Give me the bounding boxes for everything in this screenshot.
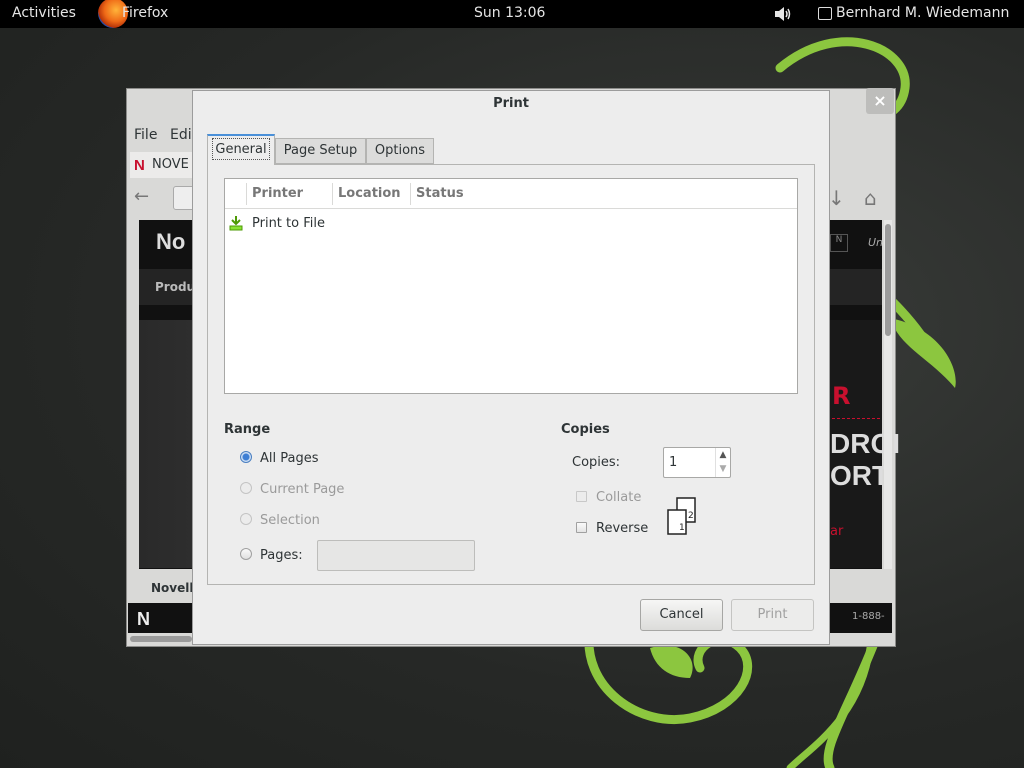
pages-input[interactable] — [317, 540, 475, 571]
tab-options[interactable]: Options — [366, 138, 434, 164]
user-menu[interactable]: Bernhard M. Wiedemann — [836, 5, 1009, 21]
all-pages-label[interactable]: All Pages — [260, 451, 319, 466]
window-close-button[interactable]: × — [866, 88, 894, 114]
reverse-checkbox[interactable] — [576, 522, 587, 533]
preview-page-2: 2 — [688, 511, 694, 521]
decrement-icon[interactable]: ▼ — [716, 462, 730, 476]
pages-label[interactable]: Pages: — [260, 548, 303, 563]
column-location[interactable]: Location — [338, 186, 401, 201]
tab-favicon: N — [134, 157, 145, 174]
menu-file[interactable]: File — [134, 127, 157, 143]
app-menu[interactable]: Firefox — [122, 5, 168, 21]
downloads-icon[interactable]: ↓ — [828, 186, 845, 210]
user-status-icon[interactable] — [818, 7, 832, 20]
current-page-radio[interactable] — [240, 482, 252, 494]
collate-checkbox[interactable] — [576, 491, 587, 502]
page-header-link[interactable]: Un — [868, 236, 883, 249]
reverse-label[interactable]: Reverse — [596, 521, 648, 536]
print-button[interactable]: Print — [731, 599, 814, 631]
tab-title: NOVE — [152, 157, 189, 172]
page-header-button[interactable]: N — [830, 234, 848, 252]
collate-label[interactable]: Collate — [596, 490, 641, 505]
cancel-button[interactable]: Cancel — [640, 599, 723, 631]
clock[interactable]: Sun 13:06 — [474, 5, 545, 21]
column-separator — [410, 183, 411, 205]
hero-heading-2: ORT — [830, 460, 890, 491]
top-bar: Activities Firefox Sun 13:06 Bernhard M.… — [0, 0, 1024, 28]
page-footer-heading: Novell — [151, 581, 194, 595]
column-printer[interactable]: Printer — [252, 186, 303, 201]
tab-page-setup[interactable]: Page Setup — [275, 138, 366, 164]
home-icon[interactable]: ⌂ — [864, 186, 877, 210]
all-pages-radio[interactable] — [240, 451, 252, 463]
copies-heading: Copies — [561, 422, 610, 437]
back-icon[interactable]: ← — [134, 186, 158, 208]
page-brand[interactable]: No — [156, 229, 185, 255]
column-separator — [246, 183, 247, 205]
selection-label[interactable]: Selection — [260, 513, 320, 528]
copies-label: Copies: — [572, 455, 621, 470]
dialog-title: Print — [493, 96, 529, 111]
printer-list[interactable] — [224, 178, 798, 394]
volume-icon[interactable] — [774, 6, 792, 22]
increment-icon[interactable]: ▲ — [716, 448, 730, 462]
selection-radio[interactable] — [240, 513, 252, 525]
activities-button[interactable]: Activities — [12, 5, 76, 21]
page-nav-products[interactable]: Produ — [155, 280, 195, 294]
menu-edit[interactable]: Edi — [170, 127, 192, 143]
print-to-file-icon — [229, 216, 243, 231]
hero-text: R — [832, 382, 851, 410]
footer-logo: N — [137, 609, 150, 629]
page-scrollbar-thumb[interactable] — [885, 224, 891, 336]
printer-row-print-to-file[interactable]: Print to File — [252, 216, 325, 231]
collate-preview-icon: 2 1 — [667, 497, 696, 535]
current-page-label[interactable]: Current Page — [260, 482, 344, 497]
tab-focus-ring — [212, 138, 270, 160]
copies-value[interactable]: 1 — [669, 455, 677, 470]
printer-list-header — [225, 179, 797, 209]
footer-phone: 1-888- — [852, 611, 885, 622]
hero-divider — [832, 418, 880, 419]
column-status[interactable]: Status — [416, 186, 464, 201]
column-separator — [332, 183, 333, 205]
hero-link[interactable]: ar — [830, 524, 843, 539]
range-heading: Range — [224, 422, 271, 437]
pages-radio[interactable] — [240, 548, 252, 560]
preview-page-1: 1 — [679, 523, 685, 533]
horizontal-scrollbar[interactable] — [130, 636, 192, 642]
